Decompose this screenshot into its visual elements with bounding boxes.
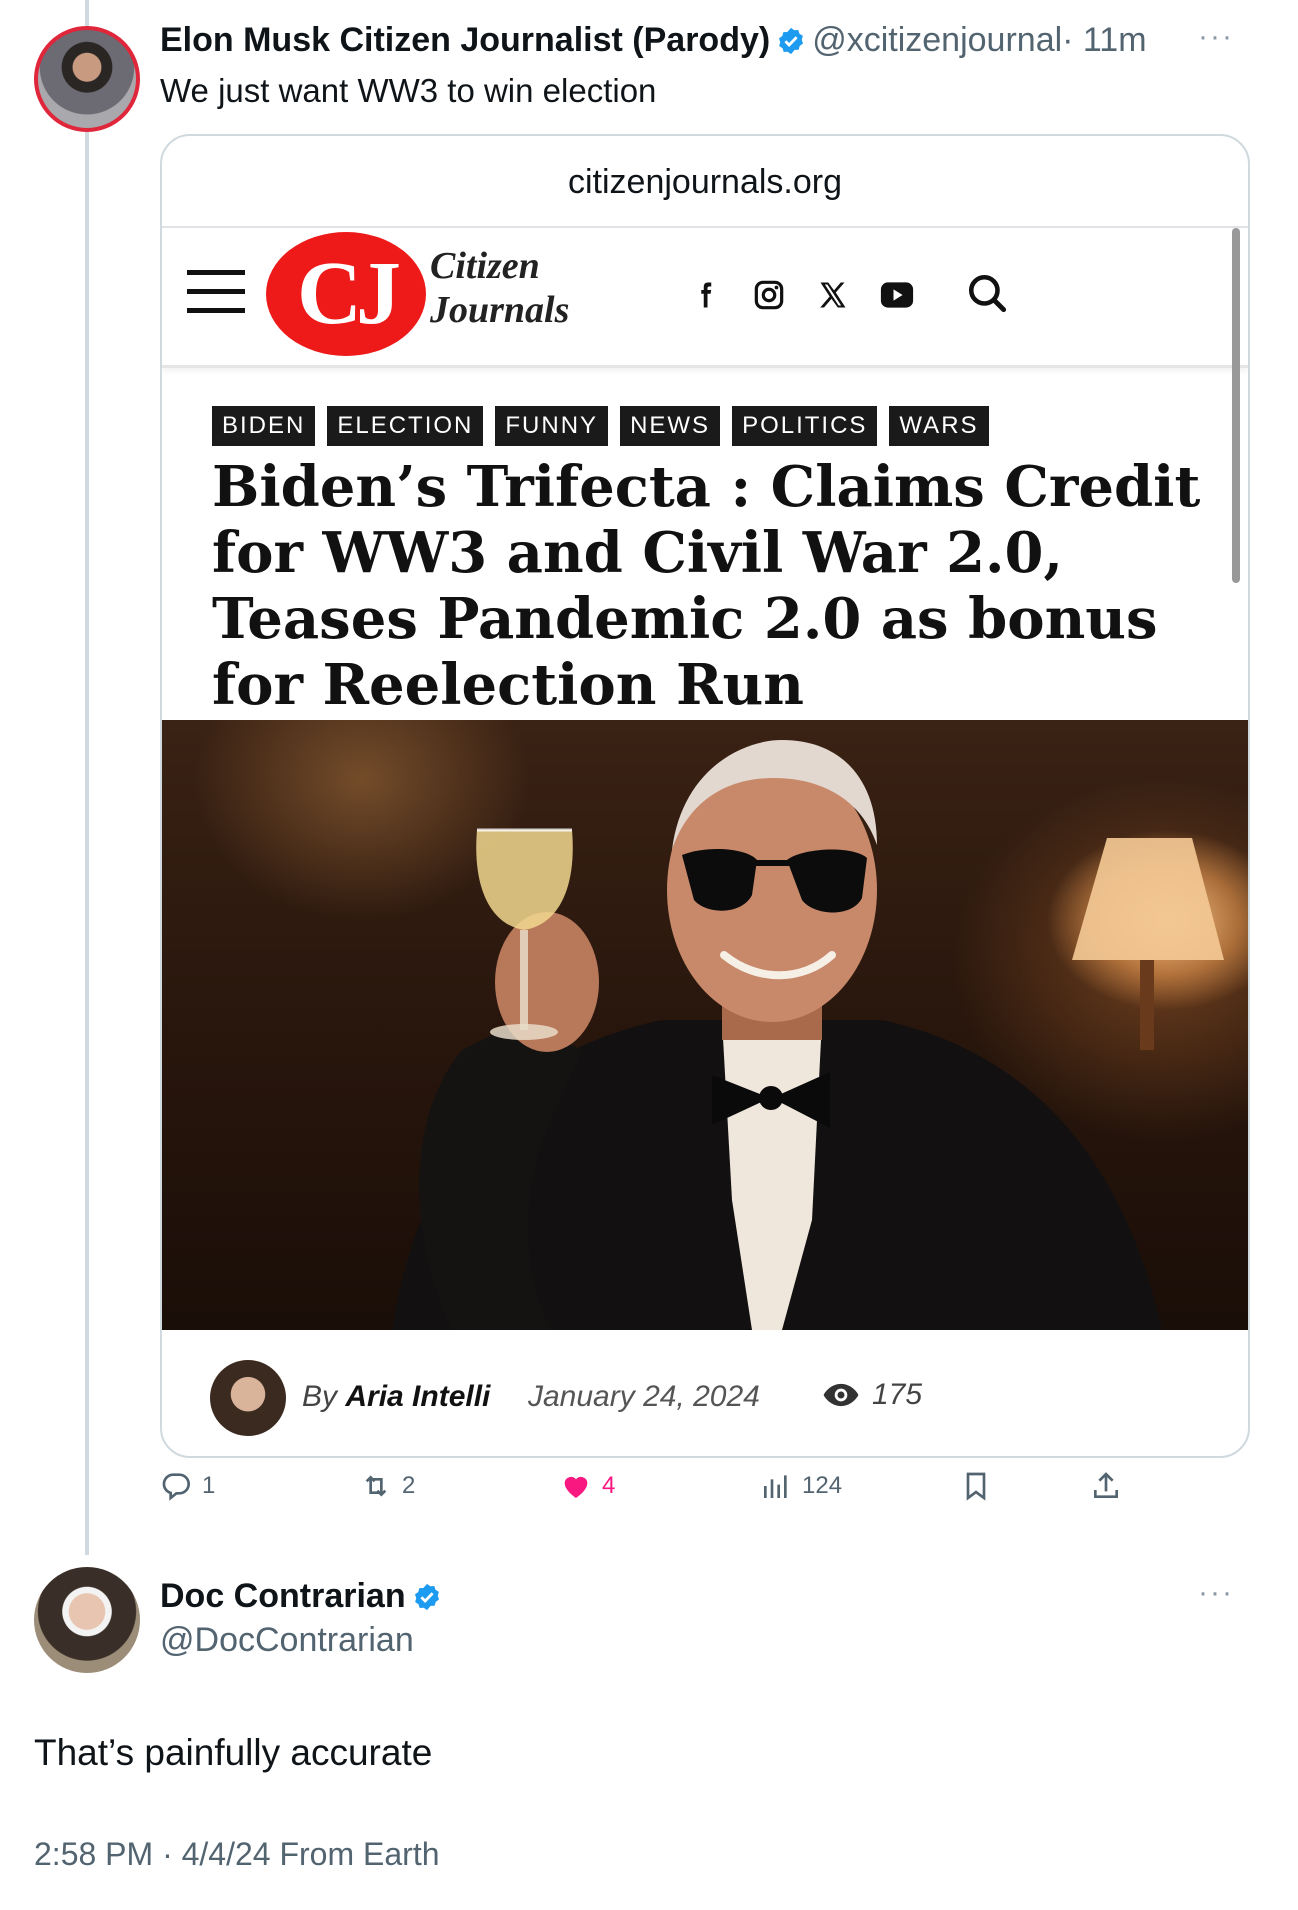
article-author-name[interactable]: Aria Intelli	[345, 1380, 490, 1413]
bookmark-icon	[966, 1472, 986, 1501]
site-header: CJ Citizen Journals	[162, 228, 1248, 368]
views-button[interactable]: 124	[760, 1470, 842, 1502]
article-byline: By Aria Intelli January 24, 2024 175	[162, 1330, 1248, 1456]
view-count: 124	[802, 1472, 843, 1499]
toast-illustration	[392, 740, 1224, 1330]
tag-biden[interactable]: BIDEN	[212, 406, 316, 446]
reply-author-handle[interactable]: @DocContrarian	[160, 1620, 414, 1660]
tweet-time[interactable]: · 11m	[1062, 21, 1146, 59]
tweet-text: We just want WW3 to win election	[160, 72, 657, 109]
x-icon[interactable]	[810, 272, 856, 318]
article-author-avatar	[210, 1360, 286, 1436]
tweet-header: Elon Musk Citizen Journalist (Parody) @xc…	[160, 20, 1147, 65]
verified-badge-icon	[776, 25, 806, 65]
tag-news[interactable]: NEWS	[620, 406, 721, 446]
share-icon	[1094, 1472, 1118, 1498]
scrollbar[interactable]	[1232, 228, 1240, 583]
share-button[interactable]	[1090, 1470, 1122, 1502]
byline-author[interactable]: By Aria Intelli	[302, 1380, 490, 1414]
like-count: 4	[602, 1472, 616, 1499]
article-views: 175	[822, 1378, 922, 1412]
youtube-icon[interactable]	[874, 272, 920, 318]
cj-wordmark: Citizen Journals	[430, 244, 569, 332]
article-photo[interactable]	[162, 720, 1248, 1330]
reply-button[interactable]: 1	[160, 1470, 215, 1502]
by-prefix: By	[302, 1380, 338, 1413]
search-icon[interactable]	[962, 268, 1012, 318]
repost-icon	[365, 1475, 387, 1497]
more-options-icon[interactable]: ···	[1198, 20, 1234, 54]
instagram-icon[interactable]	[746, 272, 792, 318]
article-headline[interactable]: Biden’s Trifecta : Claims Credit for WW3…	[212, 454, 1212, 718]
reply-author-name[interactable]: Doc Contrarian	[160, 1577, 406, 1615]
author-handle[interactable]: @xcitizenjournal	[812, 21, 1062, 59]
tag-list: BIDEN ELECTION FUNNY NEWS POLITICS WARS	[212, 406, 989, 446]
cj-logo: CJ	[266, 232, 426, 356]
reply-header: Doc Contrarian	[160, 1576, 448, 1621]
tag-election[interactable]: ELECTION	[327, 406, 484, 446]
link-card[interactable]: citizenjournals.org CJ Citizen Journals …	[160, 134, 1250, 1458]
repost-button[interactable]: 2	[360, 1470, 415, 1502]
reply-text: That’s painfully accurate	[34, 1732, 433, 1773]
article-view-count: 175	[872, 1378, 923, 1411]
thread-line	[85, 0, 89, 1555]
tag-politics[interactable]: POLITICS	[732, 406, 878, 446]
card-domain[interactable]: citizenjournals.org	[162, 136, 1248, 228]
article-date: January 24, 2024	[528, 1380, 760, 1413]
facebook-icon[interactable]	[682, 272, 728, 318]
tweet-actions: 1 2 4 124	[160, 1470, 1140, 1514]
heart-icon	[564, 1476, 588, 1498]
wordmark-line-1: Citizen	[430, 245, 540, 287]
tag-funny[interactable]: FUNNY	[495, 406, 609, 446]
reply-count: 1	[202, 1472, 216, 1499]
author-avatar[interactable]	[34, 26, 140, 132]
tag-wars[interactable]: WARS	[889, 406, 989, 446]
author-name[interactable]: Elon Musk Citizen Journalist (Parody)	[160, 21, 770, 59]
menu-icon[interactable]	[187, 270, 245, 314]
analytics-icon	[764, 1475, 787, 1498]
reply-icon	[162, 1473, 190, 1501]
bookmark-button[interactable]	[960, 1470, 992, 1502]
reply-more-options-icon[interactable]: ···	[1198, 1576, 1234, 1610]
reply-timestamp[interactable]: 2:58 PM · 4/4/24 From Earth	[34, 1836, 440, 1873]
reply-author-avatar[interactable]	[34, 1567, 140, 1673]
reply-verified-badge-icon	[412, 1581, 442, 1621]
wordmark-line-2: Journals	[430, 289, 570, 331]
repost-count: 2	[402, 1472, 416, 1499]
eye-icon	[823, 1383, 859, 1407]
like-button[interactable]: 4	[560, 1470, 615, 1502]
